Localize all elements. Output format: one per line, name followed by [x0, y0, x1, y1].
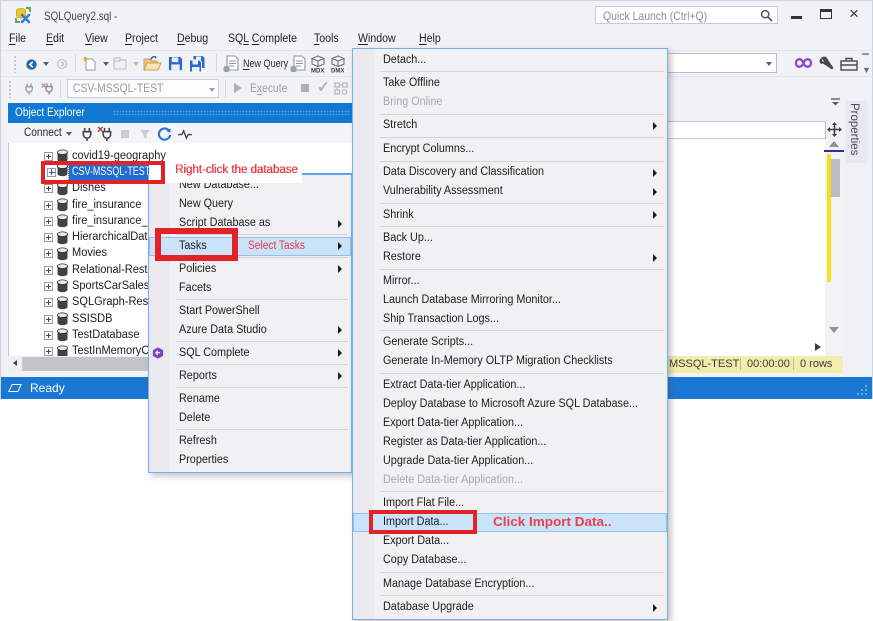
- svg-text:DMX: DMX: [331, 69, 344, 74]
- svg-text:MDX: MDX: [311, 69, 324, 74]
